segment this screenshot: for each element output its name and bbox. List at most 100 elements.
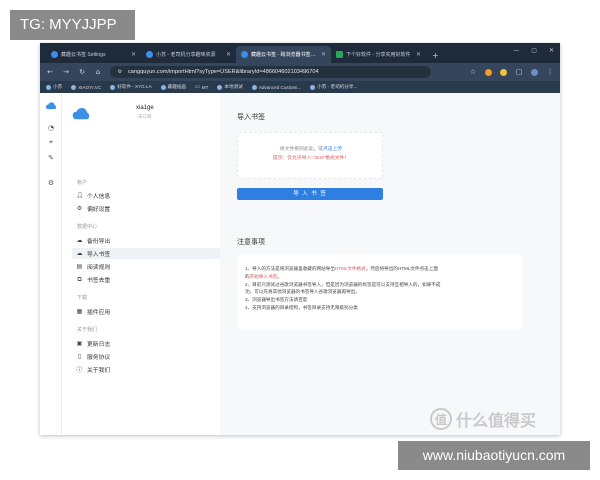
cloud-download-icon: ☁ xyxy=(76,237,83,244)
home-icon[interactable]: ⌂ xyxy=(94,68,102,76)
sidebar-item-dedupe[interactable]: ⧉ 书签去重 xyxy=(72,274,220,285)
cloud-favicon-icon xyxy=(146,51,153,58)
close-window-button[interactable]: ✕ xyxy=(549,47,554,54)
notes-title: 注意事项 xyxy=(237,239,265,246)
bookmark-favicon-icon xyxy=(71,84,77,90)
bookmark-item[interactable]: 小苏 - 老司机分享... xyxy=(310,84,357,90)
sidebar-item-reading-rules[interactable]: ▤ 阅读规则 xyxy=(72,261,220,272)
folder-icon: ▭ xyxy=(195,84,200,90)
menu-kebab-icon[interactable]: ⋮ xyxy=(546,68,554,76)
tab-label: 藏趣云书签 Settings xyxy=(61,52,106,58)
main-content: 导入书签 将文件拖到此处，或点击上传 提示：仅允许导入".html"格式文件！ … xyxy=(220,93,560,435)
close-icon[interactable]: ✕ xyxy=(226,51,231,58)
extension-yellow-icon[interactable] xyxy=(500,68,507,76)
url-text: cangquyun.com/importHtml?syType=USER&lib… xyxy=(128,69,319,75)
close-icon[interactable]: ✕ xyxy=(131,51,136,58)
profile-avatar-icon[interactable] xyxy=(531,68,538,76)
sidebar-item-profile[interactable]: 👤︎ 个人信息 xyxy=(72,190,220,201)
cloud-upload-icon: ☁ xyxy=(76,250,83,257)
note-line: 功，可以先将其他浏览器的书签导入谷歌浏览器再导出。 xyxy=(245,289,360,295)
bookmark-item[interactable]: 小苏 xyxy=(46,84,62,90)
sidebar-item-changelog[interactable]: ▣ 更新日志 xyxy=(72,338,220,349)
bookmark-item[interactable]: 好软件 - XYG.LA xyxy=(110,84,152,90)
tab-bar: 藏趣云书签 Settings ✕ 小苏 - 老司机分享趣味资源 ✕ 藏趣云书签 … xyxy=(40,43,560,63)
close-icon[interactable]: ✕ xyxy=(321,51,326,58)
minimize-button[interactable]: — xyxy=(513,47,519,54)
watermark-logo-icon: 值 xyxy=(430,408,452,430)
tab-settings[interactable]: 藏趣云书签 Settings ✕ xyxy=(46,46,141,63)
cloud-logo-icon xyxy=(72,105,90,120)
sidebar-item-preferences[interactable]: ⚙ 偏好设置 xyxy=(72,203,220,214)
cloud-favicon-icon xyxy=(241,51,248,58)
bookmark-folder[interactable]: ▭ MT xyxy=(195,84,208,90)
sidebar-item-terms[interactable]: ▯ 服务协议 xyxy=(72,351,220,362)
sidebar-item-about-us[interactable]: ⓘ 关于我们 xyxy=(72,364,220,375)
icon-rail: ◔ ⌖ ✎ ⚙ xyxy=(40,93,62,435)
window-controls: — ▢ ✕ xyxy=(513,47,554,54)
back-arrow-icon[interactable]: ← xyxy=(46,68,54,76)
address-bar: ← → ↻ ⌂ ⚙ cangquyun.com/importHtml?syTyp… xyxy=(40,63,560,81)
tab-label: 藏趣云书签 - 跨浏览器书签同步 xyxy=(251,52,318,58)
browser-window: 藏趣云书签 Settings ✕ 小苏 - 老司机分享趣味资源 ✕ 藏趣云书签 … xyxy=(40,43,560,435)
extension-orange-icon[interactable] xyxy=(485,68,492,76)
pie-chart-icon[interactable]: ◔ xyxy=(46,123,56,133)
section-title-data-center: 数据中心 xyxy=(77,224,98,230)
bookmark-item[interactable]: XIAOYI.VC xyxy=(71,84,101,90)
maximize-button[interactable]: ▢ xyxy=(531,47,537,54)
bookmark-favicon-icon xyxy=(160,84,166,90)
bookmark-star-icon[interactable]: ☆ xyxy=(469,68,477,76)
notes-panel: 1、导入的方法是将浏览器里收藏的网站导出HTML文件格式，然后将导出的HTML文… xyxy=(237,255,523,329)
edit-pen-icon[interactable]: ✎ xyxy=(46,153,56,163)
upload-dropzone[interactable]: 将文件拖到此处，或点击上传 提示：仅允许导入".html"格式文件！ xyxy=(237,132,383,179)
bookmark-item[interactable]: 本地测试 xyxy=(217,84,243,90)
bookmark-favicon-icon xyxy=(110,84,116,90)
sidebar-item-import-bookmarks[interactable]: ☁ 导入书签 xyxy=(72,248,220,259)
section-title-download: 下载 xyxy=(77,295,88,301)
tab-xiaosu[interactable]: 小苏 - 老司机分享趣味资源 ✕ xyxy=(141,46,236,63)
info-icon: ⓘ xyxy=(76,367,83,374)
cloud-favicon-icon xyxy=(51,51,58,58)
green-favicon-icon xyxy=(336,51,343,58)
top-left-tag: TG: MYYJJPP xyxy=(10,10,135,40)
watermark-text: 什么值得买 xyxy=(456,411,537,430)
url-field[interactable]: ⚙ cangquyun.com/importHtml?syType=USER&l… xyxy=(110,66,431,78)
log-icon: ▣ xyxy=(76,340,83,347)
bookmark-item[interactable]: Advanced Customi... xyxy=(251,84,301,90)
document-icon: ▯ xyxy=(77,353,82,360)
tab-software[interactable]: 下个好软件 - 分享实用好软件 ✕ xyxy=(331,46,426,63)
location-pin-icon[interactable]: ⌖ xyxy=(46,137,56,147)
settings-gear-icon[interactable]: ⚙ xyxy=(46,178,56,188)
book-icon: ▤ xyxy=(76,263,83,270)
upload-hint: 提示：仅允许导入".html"格式文件！ xyxy=(272,156,350,161)
tab-cangquyun-active[interactable]: 藏趣云书签 - 跨浏览器书签同步 ✕ xyxy=(236,46,331,63)
bookmark-favicon-icon xyxy=(46,84,51,90)
note-line: 4、支持浏览器的目录结构，书签目录支持无限级别分类 xyxy=(245,304,358,310)
sidebar-item-plugins[interactable]: ▦ 插件应用 xyxy=(72,306,220,317)
bookmarks-bar: 小苏 XIAOYI.VC 好软件 - XYG.LA 藏趣插画 ▭ MT 本地测试 … xyxy=(40,81,560,93)
note-line: 1、导入的方法是将浏览器里收藏的网站导出HTML文件格式，然后将导出的HTML文… xyxy=(245,266,438,271)
user-status: 未订阅 xyxy=(138,114,152,119)
close-icon[interactable]: ✕ xyxy=(416,51,421,58)
app-area: ◔ ⌖ ✎ ⚙ xia1ge 未订阅 帐户 👤︎ 个人信息 ⚙ 偏好设置 数据中… xyxy=(40,93,560,435)
extensions-puzzle-icon[interactable]: ▢ xyxy=(515,68,523,76)
sidebar: xia1ge 未订阅 帐户 👤︎ 个人信息 ⚙ 偏好设置 数据中心 ☁ 备份导出 xyxy=(62,93,220,435)
bottom-right-tag: www.niubaotiyucn.com xyxy=(398,441,590,470)
upload-instruction: 将文件拖到此处，或点击上传 xyxy=(279,147,343,152)
grid-icon: ▦ xyxy=(76,308,83,315)
copy-icon: ⧉ xyxy=(77,275,82,283)
new-tab-button[interactable]: + xyxy=(426,51,445,63)
sidebar-item-backup-export[interactable]: ☁ 备份导出 xyxy=(72,235,220,246)
section-title-account: 帐户 xyxy=(77,180,88,186)
reload-icon[interactable]: ↻ xyxy=(78,68,86,76)
note-line: 的开始导入书签。 xyxy=(245,273,282,279)
bookmark-favicon-icon xyxy=(251,84,257,90)
cloud-logo-icon[interactable] xyxy=(46,101,56,111)
import-bookmarks-button[interactable]: 导 入 书 签 xyxy=(237,188,383,200)
bookmark-item[interactable]: 藏趣插画 xyxy=(160,84,186,90)
tab-label: 下个好软件 - 分享实用好软件 xyxy=(346,52,411,58)
user-profile: xia1ge 未订阅 xyxy=(72,103,212,127)
forward-arrow-icon[interactable]: → xyxy=(62,68,70,76)
bookmark-favicon-icon xyxy=(310,84,316,90)
click-upload-link[interactable]: 点击上传 xyxy=(323,147,342,152)
site-info-icon[interactable]: ⚙ xyxy=(116,69,124,75)
